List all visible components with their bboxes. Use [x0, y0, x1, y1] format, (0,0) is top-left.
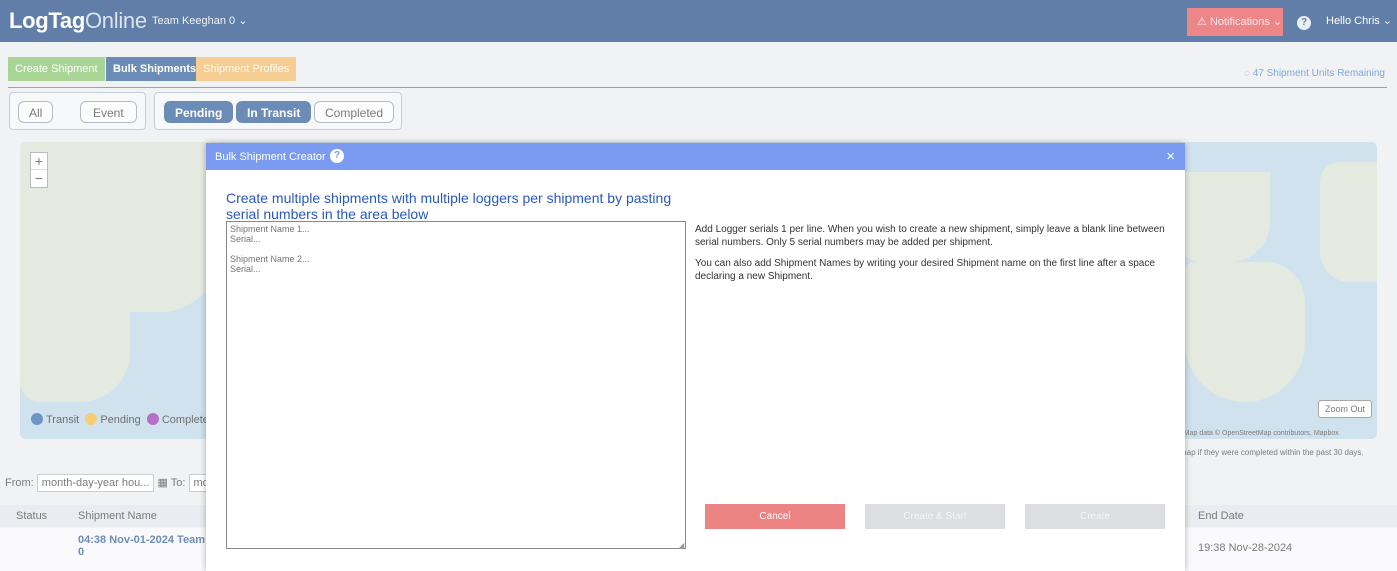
- serials-textarea[interactable]: [226, 221, 686, 549]
- modal-heading: Create multiple shipments with multiple …: [226, 190, 672, 222]
- instructions-para-1: Add Logger serials 1 per line. When you …: [695, 224, 1165, 248]
- modal-title: Bulk Shipment Creator: [215, 151, 326, 163]
- modal-header: Bulk Shipment Creator ? ×: [206, 143, 1185, 170]
- create-button[interactable]: Create: [1025, 504, 1165, 529]
- resize-grip-icon[interactable]: ◢: [678, 541, 684, 550]
- instructions-para-2: You can also add Shipment Names by writi…: [695, 258, 1155, 282]
- bulk-shipment-modal: Bulk Shipment Creator ? × Create multipl…: [206, 143, 1185, 571]
- cancel-button[interactable]: Cancel: [705, 504, 845, 529]
- create-and-start-button[interactable]: Create & Start: [865, 504, 1005, 529]
- modal-help-icon[interactable]: ?: [330, 149, 344, 163]
- instructions: Add Logger serials 1 per line. When you …: [695, 223, 1165, 291]
- close-icon[interactable]: ×: [1166, 148, 1175, 165]
